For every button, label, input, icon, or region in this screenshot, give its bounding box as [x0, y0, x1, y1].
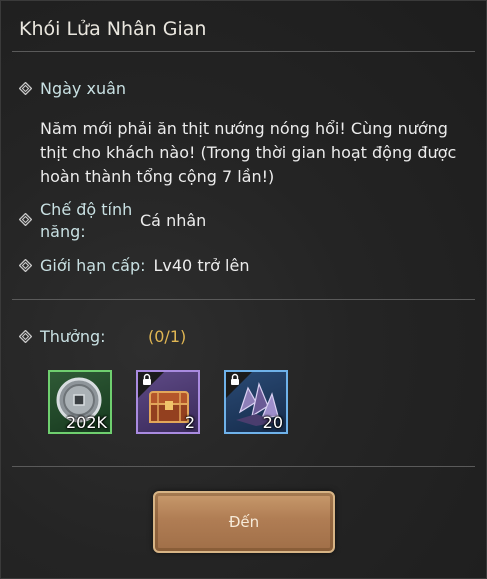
- description-line: thịt cho khách nào! (Trong thời gian hoạ…: [40, 143, 457, 162]
- reward-quantity: 202K: [65, 413, 107, 432]
- rewards-row: Thưởng: (0/1): [19, 326, 186, 348]
- go-button[interactable]: Đến: [153, 491, 335, 553]
- reward-item-coin[interactable]: 202K: [48, 370, 112, 434]
- mode-row: Chế độ tính năng: Cá nhân: [19, 199, 206, 243]
- description-line: hoàn thành tổng cộng 7 lần!): [40, 167, 275, 186]
- event-description: Năm mới phải ăn thịt nướng nóng hổi! Cùn…: [40, 117, 480, 189]
- reward-item-chest[interactable]: 2: [136, 370, 200, 434]
- mode-value: Cá nhân: [140, 211, 207, 230]
- diamond-bullet-icon: [19, 259, 32, 272]
- level-label: Giới hạn cấp:: [40, 256, 146, 275]
- event-name: Ngày xuân: [40, 79, 127, 98]
- diamond-bullet-icon: [19, 82, 32, 95]
- diamond-bullet-icon: [19, 330, 32, 343]
- event-name-row: Ngày xuân: [19, 78, 126, 100]
- rewards-label: Thưởng:: [40, 327, 106, 346]
- event-panel: Khói Lửa Nhân Gian Ngày xuân Năm mới phả…: [0, 0, 487, 579]
- divider: [12, 299, 475, 300]
- diamond-bullet-icon: [19, 213, 32, 226]
- panel-title: Khói Lửa Nhân Gian: [19, 18, 207, 40]
- mode-label: năng:: [40, 222, 86, 241]
- divider: [12, 466, 475, 467]
- reward-quantity: 20: [262, 413, 283, 432]
- lock-icon: [226, 372, 252, 398]
- go-button-label: Đến: [228, 513, 260, 531]
- divider: [12, 51, 475, 52]
- reward-quantity: 2: [184, 413, 195, 432]
- description-line: Năm mới phải ăn thịt nướng nóng hổi! Cùn…: [40, 119, 448, 138]
- rewards-progress: (0/1): [148, 327, 187, 346]
- mode-label: Chế độ tính: [40, 200, 133, 219]
- lock-icon: [138, 372, 164, 398]
- reward-item-crystal[interactable]: 20: [224, 370, 288, 434]
- level-row: Giới hạn cấp: Lv40 trở lên: [19, 255, 249, 277]
- level-value: Lv40 trở lên: [153, 256, 250, 275]
